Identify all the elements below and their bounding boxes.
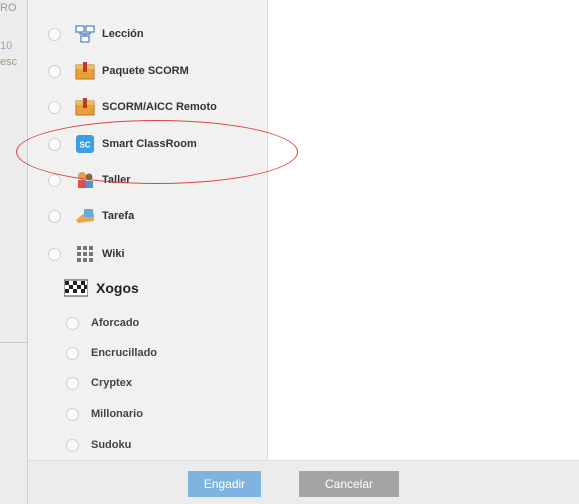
option-wiki[interactable]: Wiki xyxy=(28,242,267,266)
option-taller[interactable]: Taller xyxy=(28,168,267,192)
radio-button[interactable] xyxy=(66,407,79,421)
option-label: Aforcado xyxy=(91,317,140,329)
option-label: Tarefa xyxy=(102,210,135,222)
option-millonario[interactable]: Millonario xyxy=(66,403,143,425)
scorm-remote-icon xyxy=(75,97,95,117)
option-label: Millonario xyxy=(91,408,143,420)
radio-button[interactable] xyxy=(48,27,61,41)
module-options-list[interactable]: Lección Paquete SCORM SCORM/AICC Remoto … xyxy=(28,0,268,460)
radio-button[interactable] xyxy=(48,100,61,114)
radio-button[interactable] xyxy=(48,247,61,261)
option-label: Encrucillado xyxy=(91,347,158,359)
option-encrucillado[interactable]: Encrucillado xyxy=(66,342,157,364)
option-label: Paquete SCORM xyxy=(102,65,189,77)
option-label: Smart ClassRoom xyxy=(102,138,197,150)
option-label: Taller xyxy=(102,174,131,186)
module-description-pane xyxy=(269,0,579,460)
background-page: RO 10 esc xyxy=(0,0,30,504)
radio-button[interactable] xyxy=(66,316,79,330)
option-sudoku[interactable]: Sudoku xyxy=(66,434,131,456)
smart-classroom-icon: SC xyxy=(75,134,95,154)
option-cryptex[interactable]: Cryptex xyxy=(66,372,132,394)
scorm-package-icon xyxy=(75,61,95,81)
option-label: Cryptex xyxy=(91,377,132,389)
background-text: 10 xyxy=(0,40,13,52)
lesson-icon xyxy=(75,24,95,44)
option-label: Lección xyxy=(102,28,144,40)
group-label: Xogos xyxy=(96,280,139,296)
radio-button[interactable] xyxy=(48,173,61,187)
option-paquete-scorm[interactable]: Paquete SCORM xyxy=(28,59,267,83)
option-scorm-aicc-remoto[interactable]: SCORM/AICC Remoto xyxy=(28,95,267,119)
radio-button[interactable] xyxy=(66,346,79,360)
option-leccion[interactable]: Lección xyxy=(28,22,267,46)
radio-button[interactable] xyxy=(48,137,61,151)
radio-button[interactable] xyxy=(48,64,61,78)
background-text: esc xyxy=(0,56,18,68)
option-aforcado[interactable]: Aforcado xyxy=(66,312,139,334)
add-button[interactable]: Engadir xyxy=(188,471,261,497)
radio-button[interactable] xyxy=(66,376,79,390)
option-label: Sudoku xyxy=(91,439,132,451)
add-activity-dialog: Lección Paquete SCORM SCORM/AICC Remoto … xyxy=(27,0,579,504)
dialog-footer: Engadir Cancelar xyxy=(28,460,579,504)
background-text: RO xyxy=(0,2,17,14)
svg-text:SC: SC xyxy=(79,141,90,150)
option-smart-classroom[interactable]: SC Smart ClassRoom xyxy=(28,132,267,156)
group-xogos: Xogos xyxy=(64,276,139,300)
option-tarefa[interactable]: Tarefa xyxy=(28,204,267,228)
radio-button[interactable] xyxy=(66,438,79,452)
assignment-icon xyxy=(75,206,95,226)
cancel-button[interactable]: Cancelar xyxy=(299,471,399,497)
games-icon xyxy=(64,277,88,299)
background-divider xyxy=(0,342,30,343)
wiki-icon xyxy=(75,244,95,264)
radio-button[interactable] xyxy=(48,209,61,223)
workshop-icon xyxy=(75,170,95,190)
option-label: Wiki xyxy=(102,248,125,260)
option-label: SCORM/AICC Remoto xyxy=(102,101,217,113)
